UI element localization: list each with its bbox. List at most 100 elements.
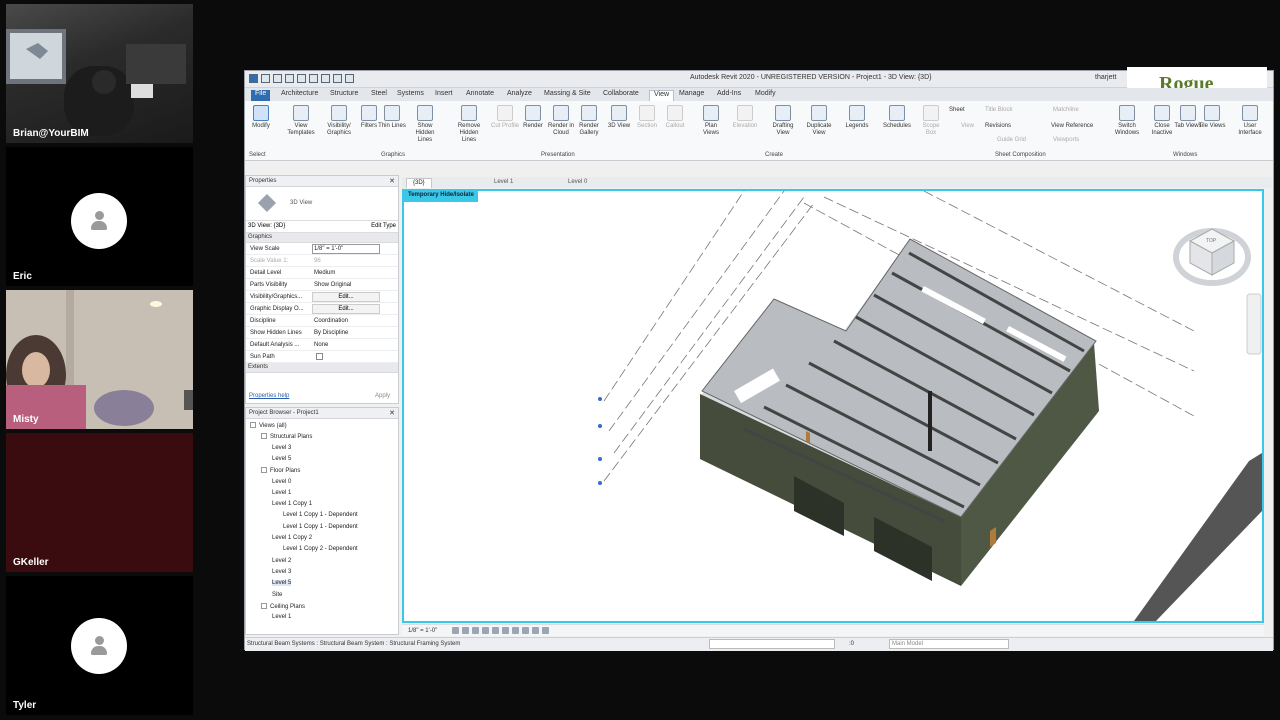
prop-row[interactable]: Visibility/Graphics... Edit...: [246, 291, 398, 303]
type-selector[interactable]: 3D View: [246, 187, 398, 221]
render-button[interactable]: Render: [519, 105, 547, 130]
browser-item[interactable]: Ceiling Plans: [261, 602, 305, 610]
elevation-button[interactable]: Elevation: [731, 105, 759, 130]
reveal-icon[interactable]: [542, 627, 549, 634]
group-select[interactable]: Select: [249, 152, 266, 158]
browser-item[interactable]: Level 3: [272, 445, 291, 451]
tab-insert[interactable]: Insert: [431, 90, 457, 101]
expand-icon[interactable]: [261, 602, 267, 609]
tab-collaborate[interactable]: Collaborate: [599, 90, 643, 101]
expand-icon[interactable]: [250, 422, 256, 428]
3d-view-button[interactable]: 3D View: [605, 105, 633, 130]
render-gallery-button[interactable]: Render Gallery: [575, 105, 603, 137]
participant-tile-eric[interactable]: Eric: [6, 147, 193, 286]
user-interface-button[interactable]: User Interface: [1236, 105, 1264, 137]
show-crop-icon[interactable]: [512, 627, 519, 634]
tile-views-button[interactable]: Tile Views: [1198, 105, 1226, 130]
tab-steel[interactable]: Steel: [367, 90, 391, 101]
prop-row[interactable]: Default Analysis ... None: [246, 339, 398, 351]
lock-icon[interactable]: [522, 627, 529, 634]
tab-view[interactable]: View: [649, 90, 675, 101]
tab-level-1[interactable]: Level 1: [488, 178, 519, 188]
tab-structure[interactable]: Structure: [326, 90, 362, 101]
tab-annotate[interactable]: Annotate: [462, 90, 498, 101]
view-scale[interactable]: 1/8" = 1'-0": [408, 628, 437, 634]
prop-row[interactable]: Detail Level Medium: [246, 267, 398, 279]
section-graphics[interactable]: Graphics: [246, 233, 398, 243]
legends-button[interactable]: Legends: [843, 105, 871, 130]
design-option-select[interactable]: Main Model: [889, 639, 1009, 649]
3d-viewport[interactable]: Temporary Hide/Isolate TOP: [402, 189, 1264, 623]
render-cloud-button[interactable]: Render in Cloud: [547, 105, 575, 137]
3d-view-icon[interactable]: [345, 74, 354, 83]
undo-icon[interactable]: [285, 74, 294, 83]
user-name[interactable]: tharjett: [1095, 74, 1116, 81]
drafting-view-button[interactable]: Drafting View: [769, 105, 797, 137]
view-templates-button[interactable]: View Templates: [287, 105, 315, 137]
visibility-graphics-button[interactable]: Visibility/ Graphics: [325, 105, 353, 137]
crop-icon[interactable]: [502, 627, 509, 634]
close-icon[interactable]: ✕: [389, 409, 395, 417]
text-icon[interactable]: [333, 74, 342, 83]
matchline-button[interactable]: Matchline: [1053, 107, 1079, 113]
close-inactive-button[interactable]: Close Inactive: [1148, 105, 1176, 137]
tab-modify[interactable]: Modify: [751, 90, 780, 101]
browser-item[interactable]: Floor Plans: [261, 467, 300, 474]
prop-row[interactable]: Discipline Coordination: [246, 315, 398, 327]
prop-row[interactable]: Show Hidden Lines By Discipline: [246, 327, 398, 339]
show-hidden-lines-button[interactable]: Show Hidden Lines: [411, 105, 439, 144]
sun-path-checkbox[interactable]: [316, 353, 323, 360]
browser-item[interactable]: Views (all): [250, 422, 287, 429]
callout-button[interactable]: Callout: [661, 105, 689, 130]
thin-lines-button[interactable]: Thin Lines: [378, 105, 406, 130]
remove-hidden-lines-button[interactable]: Remove Hidden Lines: [455, 105, 483, 144]
revisions-button[interactable]: Revisions: [985, 123, 1011, 129]
browser-item[interactable]: Level 1 Copy 1: [272, 501, 312, 507]
tab-3d[interactable]: {3D}: [406, 178, 432, 188]
instance-selector[interactable]: 3D View: {3D} Edit Type: [246, 221, 398, 233]
building-model[interactable]: TOP: [404, 191, 1262, 621]
schedules-button[interactable]: Schedules: [883, 105, 911, 130]
section-extents[interactable]: Extents: [246, 363, 398, 373]
view-reference-button[interactable]: View Reference: [1051, 123, 1093, 129]
open-icon[interactable]: [261, 74, 270, 83]
tab-analyze[interactable]: Analyze: [503, 90, 536, 101]
tab-level-0[interactable]: Level 0: [562, 178, 593, 188]
browser-item[interactable]: Level 2: [272, 558, 291, 564]
tab-architecture[interactable]: Architecture: [277, 90, 322, 101]
hide-isolate-icon[interactable]: [532, 627, 539, 634]
browser-item[interactable]: Level 0: [272, 479, 291, 485]
prop-row[interactable]: View Scale 1/8" = 1'-0": [246, 243, 398, 255]
print-icon[interactable]: [309, 74, 318, 83]
expand-icon[interactable]: [261, 467, 267, 474]
workset-field[interactable]: [709, 639, 835, 649]
measure-icon[interactable]: [321, 74, 330, 83]
expand-icon[interactable]: [261, 433, 267, 440]
section-button[interactable]: Section: [633, 105, 661, 130]
tab-systems[interactable]: Systems: [393, 90, 428, 101]
modify-button[interactable]: Modify: [247, 105, 275, 130]
tab-manage[interactable]: Manage: [675, 90, 708, 101]
participant-tile-misty[interactable]: Misty: [6, 290, 193, 429]
browser-item[interactable]: Structural Plans: [261, 433, 312, 440]
browser-item[interactable]: Level 3: [272, 569, 291, 575]
scope-box-button[interactable]: Scope Box: [917, 105, 945, 137]
close-icon[interactable]: ✕: [389, 177, 395, 185]
participant-tile-gkeller[interactable]: GKeller: [6, 433, 193, 572]
cut-profile-button[interactable]: Cut Profile: [491, 105, 519, 130]
sun-path-icon[interactable]: [472, 627, 479, 634]
viewports-button[interactable]: Viewports: [1053, 137, 1079, 143]
prop-row[interactable]: Sun Path: [246, 351, 398, 363]
shadows-icon[interactable]: [482, 627, 489, 634]
browser-item[interactable]: Level 1: [272, 490, 291, 496]
plan-views-button[interactable]: Plan Views: [697, 105, 725, 137]
save-icon[interactable]: [273, 74, 282, 83]
browser-item[interactable]: Site: [272, 592, 282, 598]
prop-row[interactable]: Graphic Display O... Edit...: [246, 303, 398, 315]
browser-item[interactable]: Level 1 Copy 2 - Dependent: [283, 546, 358, 552]
browser-item[interactable]: Level 5: [272, 580, 292, 587]
browser-item[interactable]: Level 1: [272, 614, 291, 620]
prop-row[interactable]: Parts Visibility Show Original: [246, 279, 398, 291]
view-button[interactable]: View: [961, 123, 974, 129]
edit-type-button[interactable]: Edit Type: [371, 223, 396, 229]
